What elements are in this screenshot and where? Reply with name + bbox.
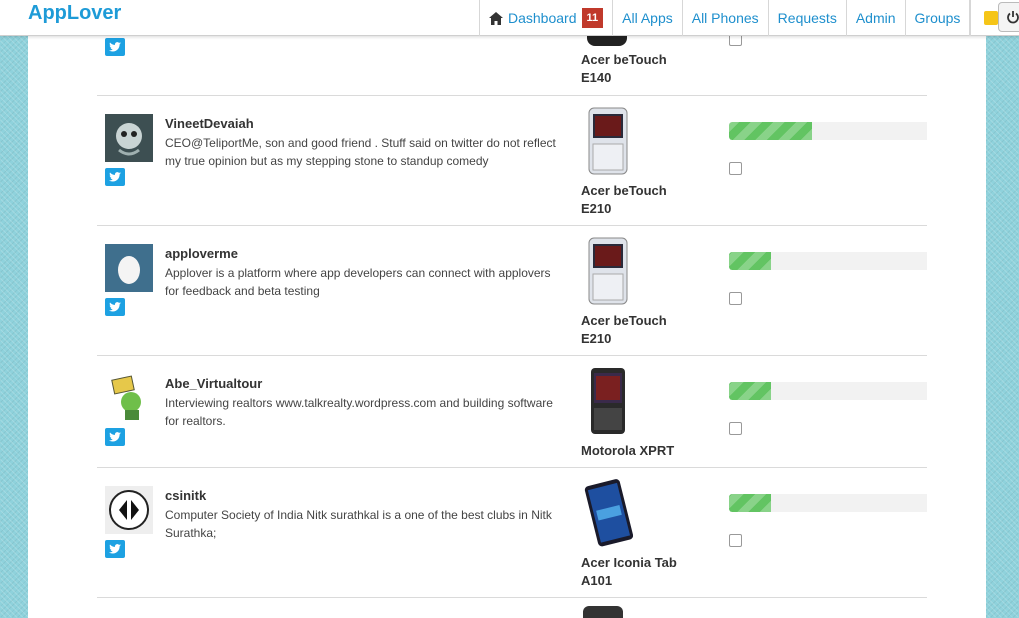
nav-all-apps[interactable]: All Apps: [612, 0, 682, 36]
twitter-icon[interactable]: [105, 168, 125, 186]
phone-image: [588, 237, 628, 305]
avatar[interactable]: [105, 244, 153, 292]
progress-fill: [729, 122, 813, 140]
phone-image: [583, 606, 623, 618]
phone-image: [588, 107, 628, 175]
progress-bar: [729, 494, 927, 512]
list-item: Abe_Virtualtour Interviewing realtors ww…: [97, 355, 927, 467]
list-item-partial: [97, 597, 927, 618]
progress-bar: [729, 382, 927, 400]
user-bio: Computer Society of India Nitk surathkal…: [165, 508, 552, 540]
main-nav: Dashboard 11 All Apps All Phones Request…: [479, 0, 1010, 36]
nav-all-phones[interactable]: All Phones: [681, 0, 768, 36]
list-item: VineetDevaiah CEO@TeliportMe, son and go…: [97, 95, 927, 225]
progress-bar: [729, 252, 927, 270]
phone-name[interactable]: Motorola XPRT: [581, 442, 691, 460]
brand-logo[interactable]: AppLover: [28, 2, 121, 25]
nav-groups[interactable]: Groups: [904, 0, 971, 36]
twitter-icon[interactable]: [105, 298, 125, 316]
username[interactable]: csinitk: [165, 488, 206, 503]
phone-name[interactable]: Acer beTouch E210: [581, 182, 691, 218]
username[interactable]: apploverme: [165, 246, 238, 261]
nav-dashboard-label: Dashboard: [508, 10, 577, 26]
list-item: apploverme Applover is a platform where …: [97, 225, 927, 355]
username[interactable]: VineetDevaiah: [165, 116, 254, 131]
list-item: csinitk Computer Society of India Nitk s…: [97, 467, 927, 597]
twitter-icon[interactable]: [105, 428, 125, 446]
phone-image: [591, 368, 625, 434]
nav-dashboard[interactable]: Dashboard 11: [479, 0, 612, 36]
avatar[interactable]: [105, 114, 153, 162]
phone-name[interactable]: Acer beTouch E210: [581, 312, 691, 348]
select-checkbox[interactable]: [729, 292, 742, 305]
progress-fill: [729, 252, 771, 270]
progress-fill: [729, 382, 771, 400]
progress-fill: [729, 494, 771, 512]
nav-admin[interactable]: Admin: [845, 0, 905, 36]
nav-requests[interactable]: Requests: [767, 0, 846, 36]
twitter-icon[interactable]: [105, 540, 125, 558]
avatar[interactable]: [105, 374, 153, 422]
select-checkbox[interactable]: [729, 422, 742, 435]
top-navbar: AppLover Dashboard 11 All Apps All Phone…: [0, 0, 1019, 36]
user-bio: Applover is a platform where app develop…: [165, 266, 551, 298]
user-bio: Interviewing realtors www.talkrealty.wor…: [165, 396, 553, 428]
username[interactable]: Abe_Virtualtour: [165, 376, 262, 391]
dashboard-count-badge: 11: [581, 8, 604, 28]
user-bio: CEO@TeliportMe, son and good friend . St…: [165, 136, 556, 168]
select-checkbox[interactable]: [729, 534, 742, 547]
twitter-icon[interactable]: [105, 38, 125, 56]
select-checkbox[interactable]: [729, 162, 742, 175]
power-icon: [1007, 11, 1019, 24]
avatar[interactable]: [105, 486, 153, 534]
phone-name[interactable]: Acer beTouch E140: [581, 51, 691, 87]
home-icon: [489, 11, 503, 25]
phone-image: [584, 479, 633, 547]
power-button[interactable]: [998, 2, 1019, 32]
progress-bar: [729, 122, 927, 140]
phone-name[interactable]: Acer Iconia Tab A101: [581, 554, 691, 590]
